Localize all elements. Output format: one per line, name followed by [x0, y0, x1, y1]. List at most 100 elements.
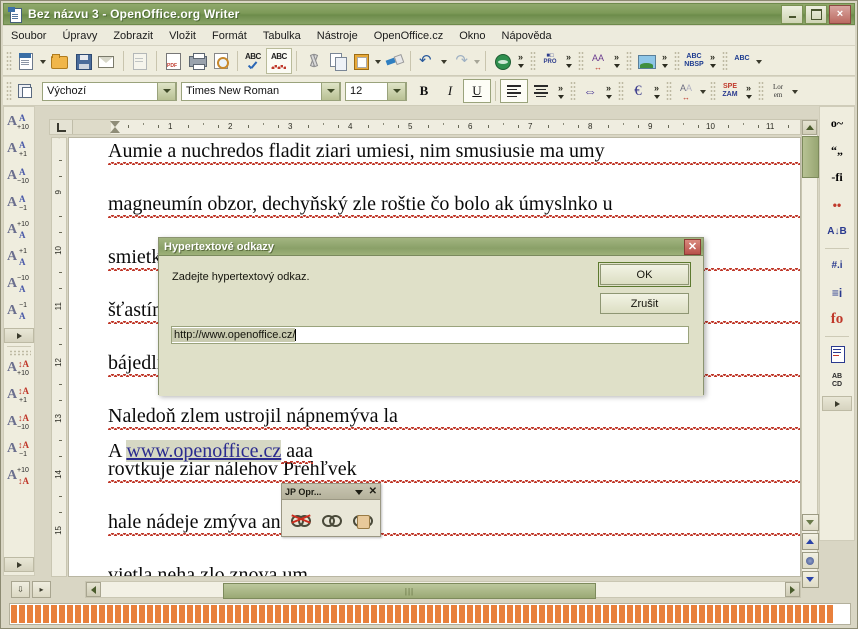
magnifier-page-icon[interactable]: [209, 49, 233, 73]
next-page-button[interactable]: [802, 571, 819, 588]
lorem-icon[interactable]: Lorem: [766, 79, 790, 103]
close-button[interactable]: ×: [829, 5, 851, 24]
toolbar-grip[interactable]: [6, 81, 12, 101]
sort-ab-tool-button[interactable]: A↓B: [824, 218, 850, 245]
chevron-down-icon[interactable]: [472, 50, 481, 72]
font-size-red-plus-10-button[interactable]: A↕A+10: [6, 356, 32, 383]
menu-nastroje[interactable]: Nástroje: [309, 28, 366, 44]
pro-icon[interactable]: ■□PRO: [538, 49, 562, 73]
clipboard-icon[interactable]: [349, 49, 373, 73]
chevron-down-icon[interactable]: [355, 487, 363, 497]
indent-markers[interactable]: [110, 121, 120, 133]
abc-check-icon[interactable]: ABC: [242, 49, 266, 73]
open-folder-icon[interactable]: [47, 49, 71, 73]
toolbar-overflow-button[interactable]: »: [602, 78, 615, 104]
toolbar-overflow-button[interactable]: »: [706, 48, 719, 74]
abc-hand-icon[interactable]: ABC: [730, 49, 754, 73]
pdf-icon[interactable]: [161, 49, 185, 73]
font-size-up-plus-1-button[interactable]: AA+1: [6, 245, 32, 272]
close-icon[interactable]: ✕: [369, 486, 377, 497]
more-toolbar-button[interactable]: ▸: [32, 581, 51, 598]
toolbar-overflow-button[interactable]: »: [650, 78, 663, 104]
degree-symbol-tool-button[interactable]: o~: [824, 110, 850, 137]
font-size-up-plus-10-button[interactable]: AA+10: [6, 218, 32, 245]
toolbar-grip[interactable]: [570, 81, 576, 101]
remove-link-tool-button[interactable]: [288, 507, 312, 531]
horizontal-scrollbar[interactable]: |||: [85, 581, 801, 598]
menu-vlozit[interactable]: Vložit: [161, 28, 204, 44]
ok-button[interactable]: OK: [600, 264, 689, 285]
ligature-fi-tool-button[interactable]: -fi: [824, 164, 850, 191]
font-size-red-minus-1-button[interactable]: A↕A−1: [6, 437, 32, 464]
toolbar-grip[interactable]: [6, 51, 12, 71]
menu-tabulka[interactable]: Tabulka: [255, 28, 309, 44]
chevron-down-icon[interactable]: [754, 50, 763, 72]
page-insert-tool-button[interactable]: [824, 340, 850, 367]
toolbar-grip[interactable]: [666, 81, 672, 101]
chevron-down-icon[interactable]: [321, 82, 340, 101]
special-chars-tool-button[interactable]: ••: [824, 191, 850, 218]
horizontal-scroll-thumb[interactable]: |||: [223, 583, 596, 599]
previous-page-button[interactable]: [802, 533, 819, 550]
hyperlink-url-input[interactable]: http://www.openoffice.cz/: [171, 326, 689, 344]
aa-spacing-icon[interactable]: AA↔: [674, 79, 698, 103]
redo-arrow-icon[interactable]: ↶: [448, 49, 472, 73]
chevron-down-icon[interactable]: [698, 80, 707, 102]
picture-icon[interactable]: [634, 49, 658, 73]
toolbar-grip[interactable]: [530, 51, 536, 71]
scroll-left-button[interactable]: [86, 582, 101, 597]
envelope-icon[interactable]: [95, 49, 119, 73]
scroll-up-button[interactable]: [802, 120, 817, 135]
paragraph-style-combo[interactable]: Výchozí: [42, 82, 177, 101]
chevron-down-icon[interactable]: [157, 82, 176, 101]
dialog-titlebar[interactable]: Hypertextové odkazy ✕: [159, 238, 703, 256]
chevron-down-icon[interactable]: [373, 50, 382, 72]
list-info-tool-button[interactable]: ≡i: [824, 279, 850, 306]
paragraph-style-icon[interactable]: [14, 79, 38, 103]
minimize-button[interactable]: [781, 5, 803, 24]
toolbar-overflow-button[interactable]: »: [514, 48, 527, 74]
font-size-red-minus-10-button[interactable]: A↕A−10: [6, 410, 32, 437]
double-arrow-icon[interactable]: ⇔: [578, 79, 602, 103]
globe-icon[interactable]: [490, 49, 514, 73]
menu-zobrazit[interactable]: Zobrazit: [105, 28, 161, 44]
chain-link-tool-button[interactable]: [319, 507, 343, 531]
menu-openoffice-cz[interactable]: OpenOffice.cz: [366, 28, 452, 44]
dialog-close-button[interactable]: ✕: [684, 239, 701, 255]
underline-button[interactable]: U: [463, 79, 491, 103]
abc-nbsp-icon[interactable]: ABCNBSP: [682, 49, 706, 73]
bold-button[interactable]: B: [411, 80, 437, 102]
floating-toolbar-titlebar[interactable]: JP Opr... ✕: [282, 484, 380, 500]
scissors-icon[interactable]: [301, 49, 325, 73]
font-size-plus-10-button[interactable]: AA+10: [6, 110, 32, 137]
undo-arrow-icon[interactable]: ↶: [415, 49, 439, 73]
toolbar-overflow-button[interactable]: »: [610, 48, 623, 74]
navigation-target-button[interactable]: [802, 552, 819, 569]
hyperlink-text[interactable]: www.openoffice.cz: [126, 440, 281, 462]
chevron-down-icon[interactable]: [387, 82, 406, 101]
font-size-red2-plus-10-button[interactable]: A↕A+10: [6, 464, 32, 491]
toolbar-grip[interactable]: [618, 81, 624, 101]
menu-soubor[interactable]: Soubor: [3, 28, 54, 44]
abcd-tool-button[interactable]: ABCD: [824, 367, 850, 394]
edit-file-icon[interactable]: [128, 49, 152, 73]
italic-button[interactable]: I: [437, 80, 463, 102]
vertical-scrollbar[interactable]: [801, 119, 818, 577]
abc-squiggle-icon[interactable]: ABC: [266, 48, 292, 74]
tab-left-icon[interactable]: [50, 120, 73, 134]
scroll-down-button[interactable]: [802, 514, 819, 531]
toolbar-grip[interactable]: [722, 51, 728, 71]
right-toolbar-more-button[interactable]: [822, 396, 852, 411]
font-size-red-plus-1-button[interactable]: A↕A+1: [6, 383, 32, 410]
script-s-icon[interactable]: €: [626, 79, 650, 103]
spe-zam-icon[interactable]: SPEZAM: [718, 79, 742, 103]
toolbar-grip[interactable]: [674, 51, 680, 71]
cancel-button[interactable]: Zrušit: [600, 293, 689, 314]
new-doc-icon[interactable]: [14, 49, 38, 73]
font-size-plus-1-button[interactable]: AA+1: [6, 137, 32, 164]
floppy-disk-icon[interactable]: [71, 49, 95, 73]
number-info-tool-button[interactable]: #.i: [824, 252, 850, 279]
toolbar-overflow-button[interactable]: »: [554, 78, 567, 104]
vertical-ruler[interactable]: 8 9 10 11 12 13 14 15: [51, 137, 67, 577]
horizontal-ruler[interactable]: 1 2 3 4 5 6 7 8 9 10 11: [49, 119, 801, 135]
